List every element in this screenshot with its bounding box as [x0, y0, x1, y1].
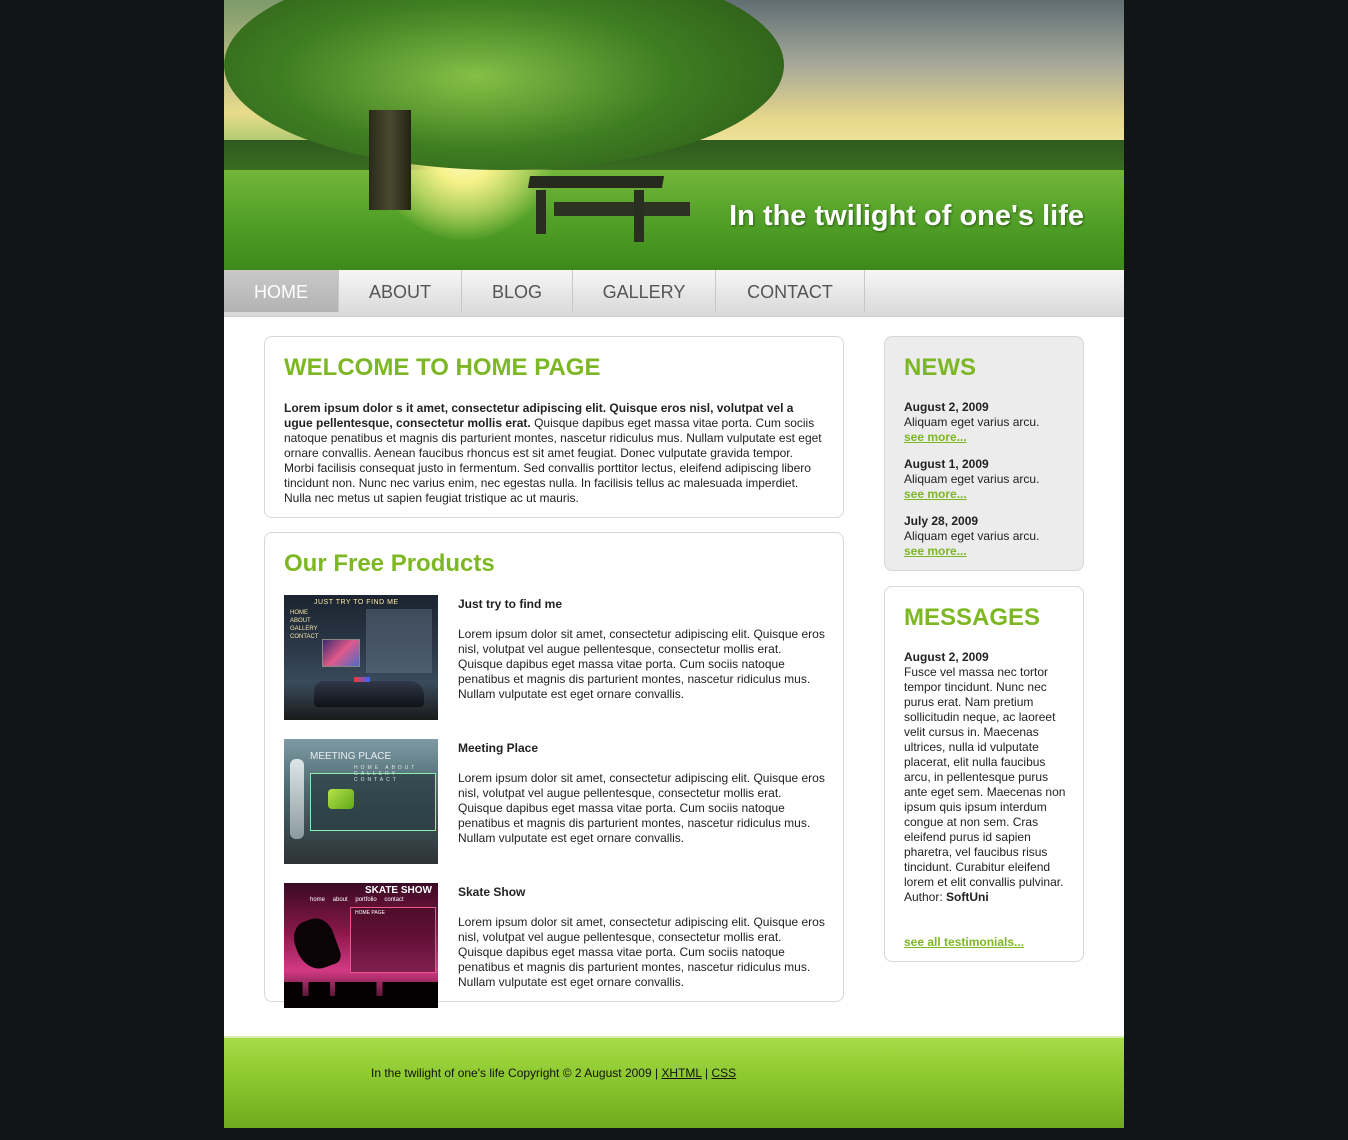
- message-text: Fusce vel massa nec tortor tempor tincid…: [904, 665, 1066, 889]
- welcome-heading: WELCOME TO HOME PAGE: [284, 354, 601, 381]
- tree-trunk-image: [369, 110, 411, 210]
- see-all-testimonials-link[interactable]: see all testimonials...: [904, 935, 1024, 949]
- news-date: August 1, 2009: [904, 457, 989, 471]
- news-text: Aliquam eget varius arcu.: [904, 472, 1040, 486]
- news-item: August 2, 2009 Aliquam eget varius arcu.…: [904, 400, 1074, 445]
- message-date: August 2, 2009: [904, 650, 989, 664]
- bench-leg-image: [536, 190, 546, 234]
- products-heading: Our Free Products: [284, 550, 495, 577]
- siren-image: [354, 677, 370, 682]
- product-item: HOME PAGE SKATE SHOW home about portfoli…: [284, 883, 825, 1009]
- message-body: August 2, 2009 Fusce vel massa nec torto…: [904, 650, 1068, 905]
- product-title: Just try to find me: [458, 597, 563, 611]
- product-description: Lorem ipsum dolor sit amet, consectetur …: [458, 915, 825, 989]
- css-link[interactable]: CSS: [711, 1066, 736, 1080]
- nav-item-blog[interactable]: BLOG: [462, 270, 573, 312]
- bench-seat-image: [554, 202, 690, 216]
- bench-leg-image: [634, 190, 644, 242]
- see-more-link[interactable]: see more...: [904, 544, 1074, 559]
- site-title: In the twilight of one's life: [729, 200, 1084, 232]
- messages-box: MESSAGES August 2, 2009 Fusce vel massa …: [884, 586, 1084, 962]
- news-date: August 2, 2009: [904, 400, 989, 414]
- see-more-link[interactable]: see more...: [904, 487, 1074, 502]
- nav-item-contact[interactable]: CONTACT: [716, 270, 865, 312]
- thumb-header: JUST TRY TO FIND ME: [314, 599, 399, 606]
- product-thumbnail[interactable]: HOME PAGE SKATE SHOW home about portfoli…: [284, 883, 438, 1008]
- skater-silhouette-image: [288, 913, 344, 975]
- products-box: Our Free Products JUST TRY TO FIND ME HO…: [264, 532, 844, 1008]
- thumb-panel: HOME PAGE: [350, 907, 436, 973]
- footer-separator: |: [701, 1066, 712, 1080]
- thumb-header: SKATE SHOW: [364, 885, 432, 896]
- product-thumbnail[interactable]: MEETING PLACE HOME ABOUT GALLERY CONTACT: [284, 739, 438, 864]
- see-more-link[interactable]: see more...: [904, 430, 1074, 445]
- thumb-logo: [328, 789, 354, 809]
- messages-heading: MESSAGES: [904, 604, 1041, 631]
- news-heading: NEWS: [904, 354, 976, 381]
- news-box: NEWS August 2, 2009 Aliquam eget varius …: [884, 336, 1084, 571]
- footer: In the twilight of one's life Copyright …: [224, 1036, 1124, 1128]
- author-label: Author:: [904, 890, 943, 904]
- product-item: MEETING PLACE HOME ABOUT GALLERY CONTACT…: [284, 739, 825, 865]
- copyright-text: In the twilight of one's life Copyright …: [371, 1066, 662, 1080]
- xhtml-link[interactable]: XHTML: [661, 1066, 701, 1080]
- product-description: Lorem ipsum dolor sit amet, consectetur …: [458, 627, 825, 701]
- thumb-menu: HOME ABOUT GALLERY CONTACT: [354, 765, 418, 783]
- city-base-image: [284, 996, 438, 1008]
- news-item: July 28, 2009 Aliquam eget varius arcu. …: [904, 514, 1074, 559]
- welcome-box: WELCOME TO HOME PAGE Lorem ipsum dolor s…: [264, 336, 844, 518]
- header-banner: In the twilight of one's life: [224, 0, 1124, 270]
- product-description: Lorem ipsum dolor sit amet, consectetur …: [458, 771, 825, 845]
- nav-item-about[interactable]: ABOUT: [339, 270, 462, 312]
- thumb-figure: [290, 759, 304, 839]
- thumb-panel-title: HOME PAGE: [355, 910, 385, 916]
- footer-text: In the twilight of one's life Copyright …: [371, 1066, 736, 1080]
- news-item: August 1, 2009 Aliquam eget varius arcu.…: [904, 457, 1074, 502]
- thumb-menu: HOME ABOUT GALLERY CONTACT: [290, 610, 319, 640]
- nav-item-home[interactable]: HOME: [224, 270, 339, 312]
- thumb-header: MEETING PLACE: [310, 751, 392, 762]
- product-thumbnail[interactable]: JUST TRY TO FIND ME HOME ABOUT GALLERY C…: [284, 595, 438, 720]
- message-author-line: Author: SoftUni: [904, 890, 1068, 905]
- thumb-panel: [366, 609, 432, 673]
- thumb-screen: [322, 639, 360, 667]
- news-date: July 28, 2009: [904, 514, 979, 528]
- main-navigation: HOME ABOUT BLOG GALLERY CONTACT: [224, 270, 1124, 317]
- author-name: SoftUni: [946, 890, 989, 904]
- nav-item-gallery[interactable]: GALLERY: [573, 270, 716, 312]
- bench-image: [527, 176, 665, 188]
- product-item: JUST TRY TO FIND ME HOME ABOUT GALLERY C…: [284, 595, 825, 721]
- welcome-text: Lorem ipsum dolor s it amet, consectetur…: [284, 401, 824, 506]
- thumb-menu: home about portfolio contact: [310, 897, 404, 903]
- news-text: Aliquam eget varius arcu.: [904, 529, 1040, 543]
- police-car-image: [314, 681, 424, 707]
- product-title: Meeting Place: [458, 741, 539, 755]
- product-title: Skate Show: [458, 885, 526, 899]
- page-container: In the twilight of one's life HOME ABOUT…: [224, 0, 1124, 1128]
- news-text: Aliquam eget varius arcu.: [904, 415, 1040, 429]
